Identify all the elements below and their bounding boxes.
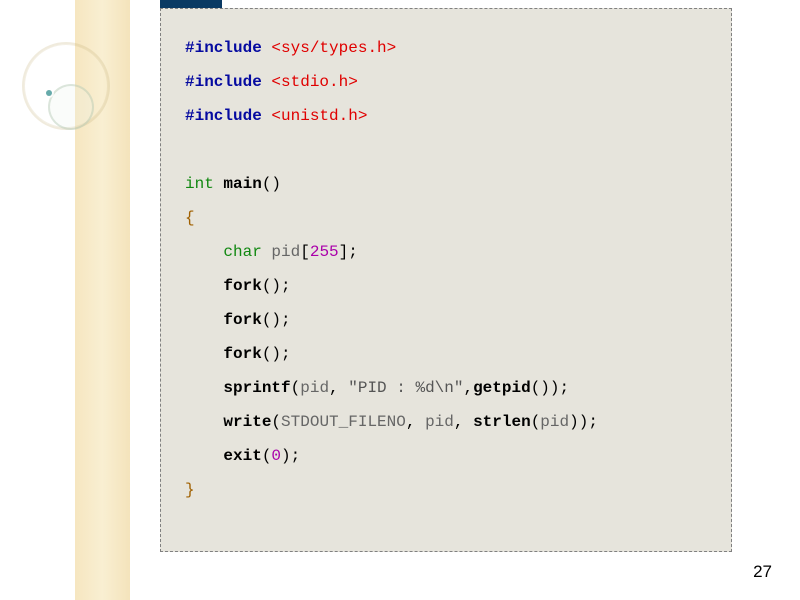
codebox-tab <box>160 0 222 8</box>
id-pid: pid <box>425 413 454 431</box>
indent <box>185 447 223 465</box>
fn-getpid: getpid <box>473 379 531 397</box>
indent <box>185 379 223 397</box>
include-keyword: #include <box>185 107 271 125</box>
fn-fork: fork <box>223 311 261 329</box>
string-literal: "PID : %d\n" <box>348 379 463 397</box>
fn-main: main <box>214 175 262 193</box>
indent <box>185 345 223 363</box>
indent <box>185 413 223 431</box>
header-stdio: <stdio.h> <box>271 73 357 91</box>
id-pid: pid <box>540 413 569 431</box>
slide: #include <sys/types.h> #include <stdio.h… <box>0 0 800 600</box>
fn-write: write <box>223 413 271 431</box>
id-pid: pid <box>271 243 300 261</box>
fn-exit: exit <box>223 447 261 465</box>
type-int: int <box>185 175 214 193</box>
include-keyword: #include <box>185 39 271 57</box>
decorative-ring-small <box>48 84 94 130</box>
fn-strlen: strlen <box>473 413 531 431</box>
fn-fork: fork <box>223 277 261 295</box>
brace-open: { <box>185 209 195 227</box>
fn-fork: fork <box>223 345 261 363</box>
header-unistd: <unistd.h> <box>271 107 367 125</box>
fn-sprintf: sprintf <box>223 379 290 397</box>
code-box: #include <sys/types.h> #include <stdio.h… <box>160 8 732 552</box>
page-number: 27 <box>753 562 772 582</box>
header-sys-types: <sys/types.h> <box>271 39 396 57</box>
parens: () <box>262 175 281 193</box>
code-listing: #include <sys/types.h> #include <stdio.h… <box>185 31 711 507</box>
indent <box>185 311 223 329</box>
num-255: 255 <box>310 243 339 261</box>
num-0: 0 <box>271 447 281 465</box>
id-stdout-fileno: STDOUT_FILENO <box>281 413 406 431</box>
type-char: char <box>223 243 261 261</box>
indent <box>185 243 223 261</box>
indent <box>185 277 223 295</box>
brace-close: } <box>185 481 195 499</box>
decorative-dot <box>46 90 52 96</box>
id-pid: pid <box>300 379 329 397</box>
include-keyword: #include <box>185 73 271 91</box>
